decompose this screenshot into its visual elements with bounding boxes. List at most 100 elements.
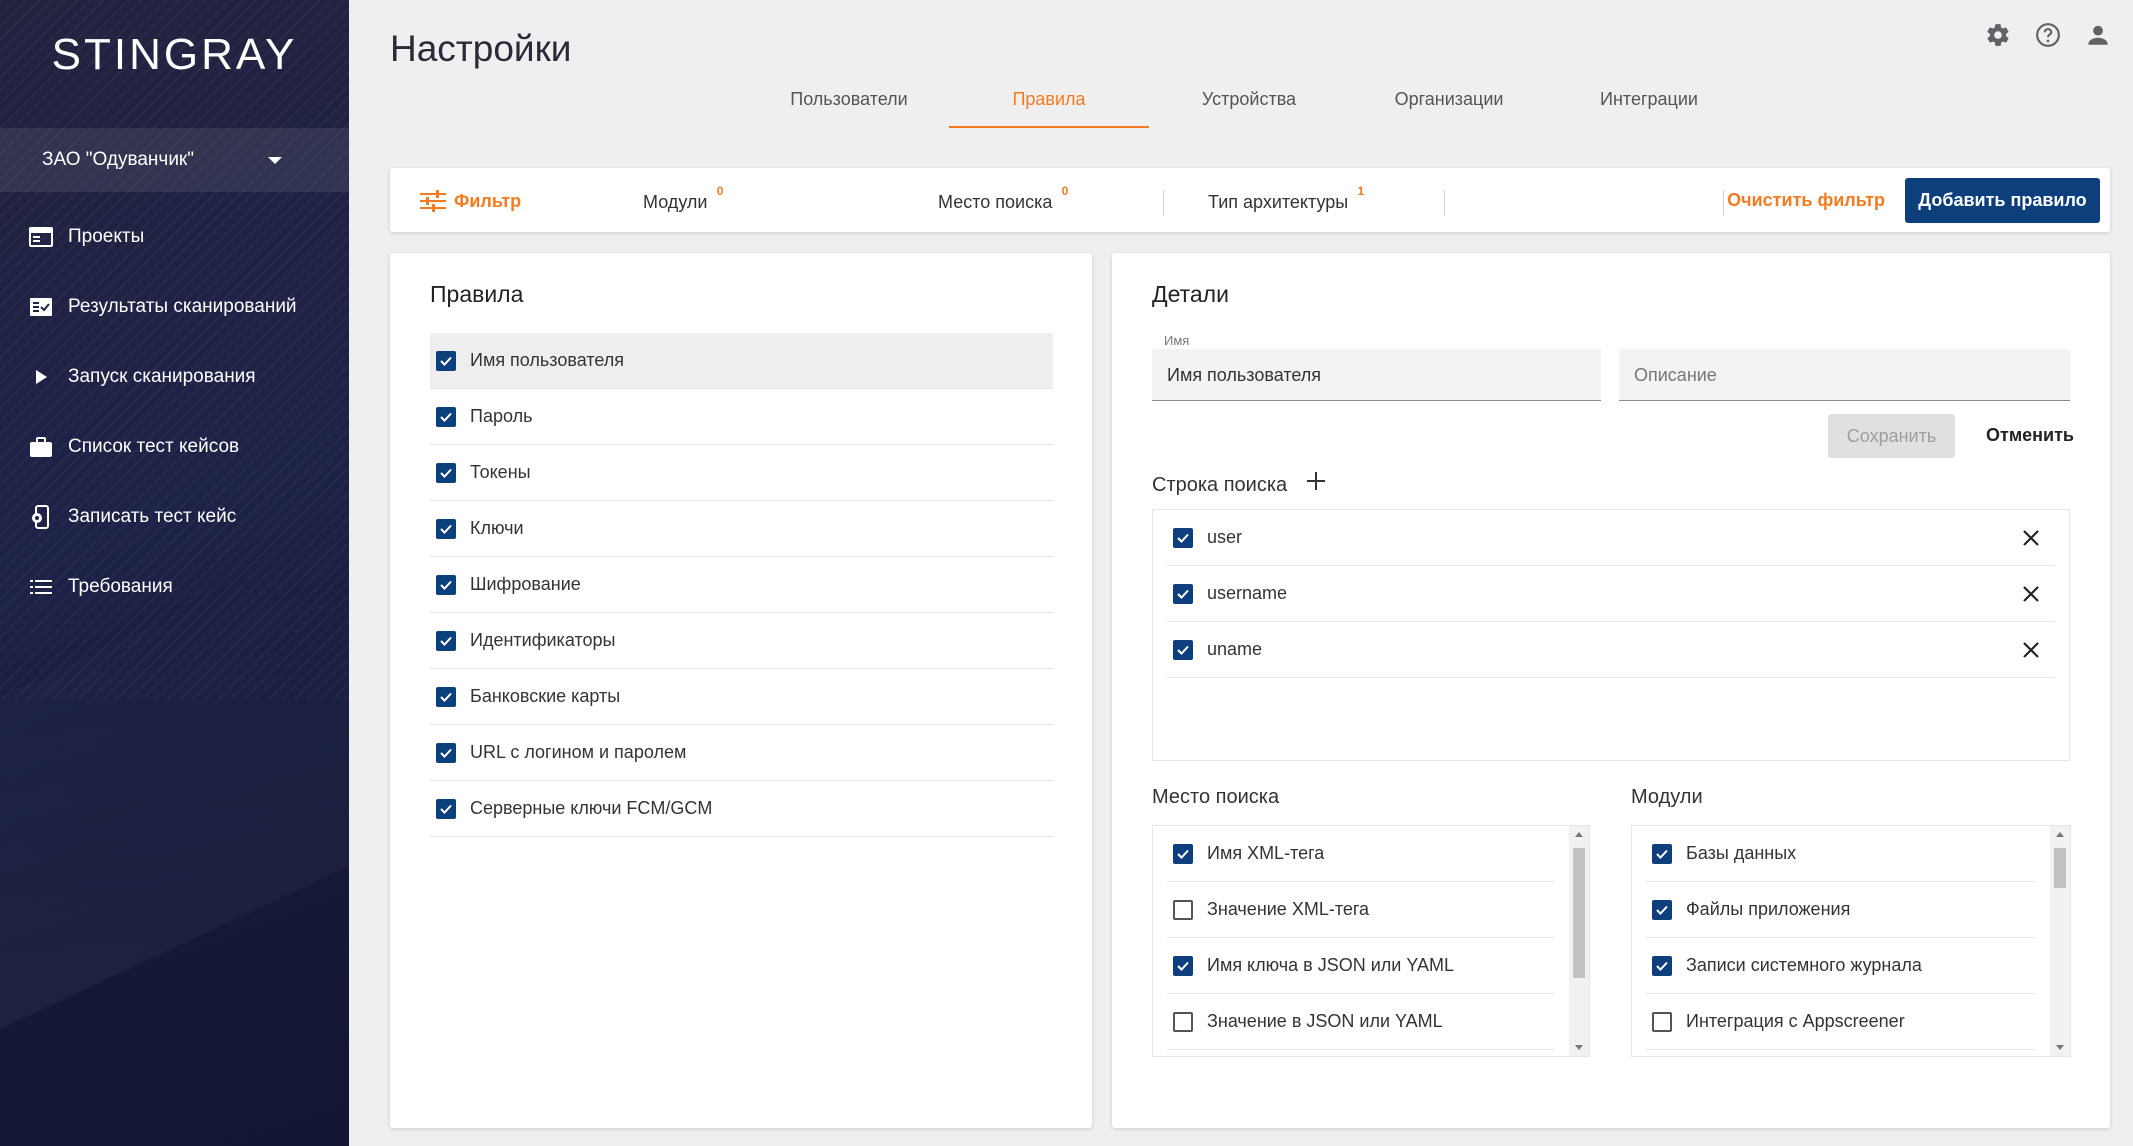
rule-label: Пароль [470,406,533,426]
rule-item[interactable]: Шифрование [430,557,1053,613]
filter-modules[interactable]: Модули 0 [643,184,723,213]
checkbox[interactable] [436,350,456,371]
scan-results-icon [28,294,54,320]
filter-search-location[interactable]: Место поиска 0 [938,184,1068,213]
rule-label: Ключи [470,518,524,538]
module-item[interactable]: Интеграция с Appscreener [1646,994,2036,1050]
tab-rules[interactable]: Правила [949,80,1149,128]
checkbox[interactable] [436,462,456,483]
rule-item[interactable]: Ключи [430,501,1053,557]
scrollbar[interactable] [2050,826,2070,1056]
scroll-up-icon[interactable] [1575,832,1583,837]
search-string-value: uname [1207,639,1263,659]
user-icon[interactable] [2083,20,2113,50]
description-placeholder: Описание [1634,365,1717,385]
checkbox[interactable] [1173,955,1193,976]
main-content: Настройки Пользователи Правила Устройств… [349,0,2133,1146]
scroll-up-icon[interactable] [2056,832,2064,837]
scroll-thumb[interactable] [2054,848,2066,888]
checkbox[interactable] [1652,899,1672,920]
rule-item[interactable]: Токены [430,445,1053,501]
locations-list: Имя XML-тега Значение XML-тега Имя ключа… [1152,825,1590,1057]
sidebar-item-projects[interactable]: Проекты [0,202,349,272]
gear-icon[interactable] [1983,20,2013,50]
caret-down-icon [268,157,282,164]
sidebar-item-label: Список тест кейсов [68,436,240,457]
filter-group-label: Тип архитектуры [1208,192,1349,212]
location-item[interactable]: Имя XML-тега [1167,826,1555,882]
sidebar-item-record-test-case[interactable]: Записать тест кейс [0,482,349,552]
location-item[interactable]: Значение в JSON или YAML [1167,994,1555,1050]
clear-filter-button[interactable]: Очистить фильтр [1727,190,1885,211]
close-icon[interactable] [2021,528,2041,548]
checkbox[interactable] [1173,1011,1193,1032]
scrollbar[interactable] [1569,826,1589,1056]
rule-label: Шифрование [470,574,581,594]
location-item[interactable]: Значение XML-тега [1167,882,1555,938]
rule-item[interactable]: Серверные ключи FCM/GCM [430,781,1053,837]
locations-title: Место поиска [1152,786,1280,808]
add-search-string-button[interactable] [1306,471,1326,493]
rule-label: Серверные ключи FCM/GCM [470,798,713,818]
help-icon[interactable] [2033,20,2063,50]
close-icon[interactable] [2021,640,2041,660]
tab-integrations[interactable]: Интеграции [1549,80,1749,128]
sidebar-item-run-scan[interactable]: Запуск сканирования [0,342,349,412]
description-field[interactable]: Описание [1619,349,2070,401]
rule-item[interactable]: Имя пользователя [430,333,1053,389]
checkbox[interactable] [436,798,456,819]
tab-organizations[interactable]: Организации [1349,80,1549,128]
name-field[interactable]: Имя Имя пользователя [1152,333,1601,401]
scroll-thumb[interactable] [1573,848,1585,978]
org-name: ЗАО "Одуванчик" [42,149,194,170]
checkbox[interactable] [436,742,456,763]
scroll-down-icon[interactable] [2056,1045,2064,1050]
checkbox[interactable] [1652,843,1672,864]
settings-tabs: Пользователи Правила Устройства Организа… [749,80,1749,128]
checkbox[interactable] [436,630,456,651]
org-selector[interactable]: ЗАО "Одуванчик" [0,128,349,192]
filter-label: Фильтр [454,190,522,211]
checkbox[interactable] [1173,527,1193,548]
location-label: Имя ключа в JSON или YAML [1207,955,1454,975]
rule-label: Токены [470,462,531,482]
checkbox[interactable] [1173,899,1193,920]
module-item[interactable]: Файлы приложения [1646,882,2036,938]
sidebar-item-test-cases[interactable]: Список тест кейсов [0,412,349,482]
rule-item[interactable]: Идентификаторы [430,613,1053,669]
module-item[interactable]: Базы данных [1646,826,2036,882]
tab-devices[interactable]: Устройства [1149,80,1349,128]
module-item[interactable]: Записи системного журнала [1646,938,2036,994]
sidebar-item-requirements[interactable]: Требования [0,552,349,622]
save-button[interactable]: Сохранить [1828,414,1955,458]
module-label: Файлы приложения [1686,899,1851,919]
filter-group-label: Модули [643,192,708,212]
rule-item[interactable]: URL с логином и паролем [430,725,1053,781]
scroll-down-icon[interactable] [1575,1045,1583,1050]
name-field-value: Имя пользователя [1167,365,1322,385]
search-string-value: user [1207,527,1243,547]
cancel-button[interactable]: Отменить [1986,425,2074,446]
checkbox[interactable] [1652,1011,1672,1032]
add-rule-button[interactable]: Добавить правило [1905,178,2100,223]
checkbox[interactable] [436,406,456,427]
rule-item[interactable]: Пароль [430,389,1053,445]
checkbox[interactable] [436,686,456,707]
checkbox[interactable] [1173,843,1193,864]
checkbox[interactable] [1173,583,1193,604]
checkbox[interactable] [436,574,456,595]
checkbox[interactable] [1652,955,1672,976]
checkbox[interactable] [1173,639,1193,660]
location-item[interactable]: Имя ключа в JSON или YAML [1167,938,1555,994]
filter-toggle[interactable]: Фильтр [420,190,521,212]
tab-users[interactable]: Пользователи [749,80,949,128]
divider [1444,190,1445,216]
filter-architecture[interactable]: Тип архитектуры 1 [1208,184,1364,213]
rules-panel: Правила Имя пользователя Пароль Токены К… [390,253,1092,1128]
rule-item[interactable]: Банковские карты [430,669,1053,725]
sidebar-item-scan-results[interactable]: Результаты сканирований [0,272,349,342]
header-actions [1983,20,2113,50]
checkbox[interactable] [436,518,456,539]
close-icon[interactable] [2021,584,2041,604]
modules-list: Базы данных Файлы приложения Записи сист… [1631,825,2071,1057]
